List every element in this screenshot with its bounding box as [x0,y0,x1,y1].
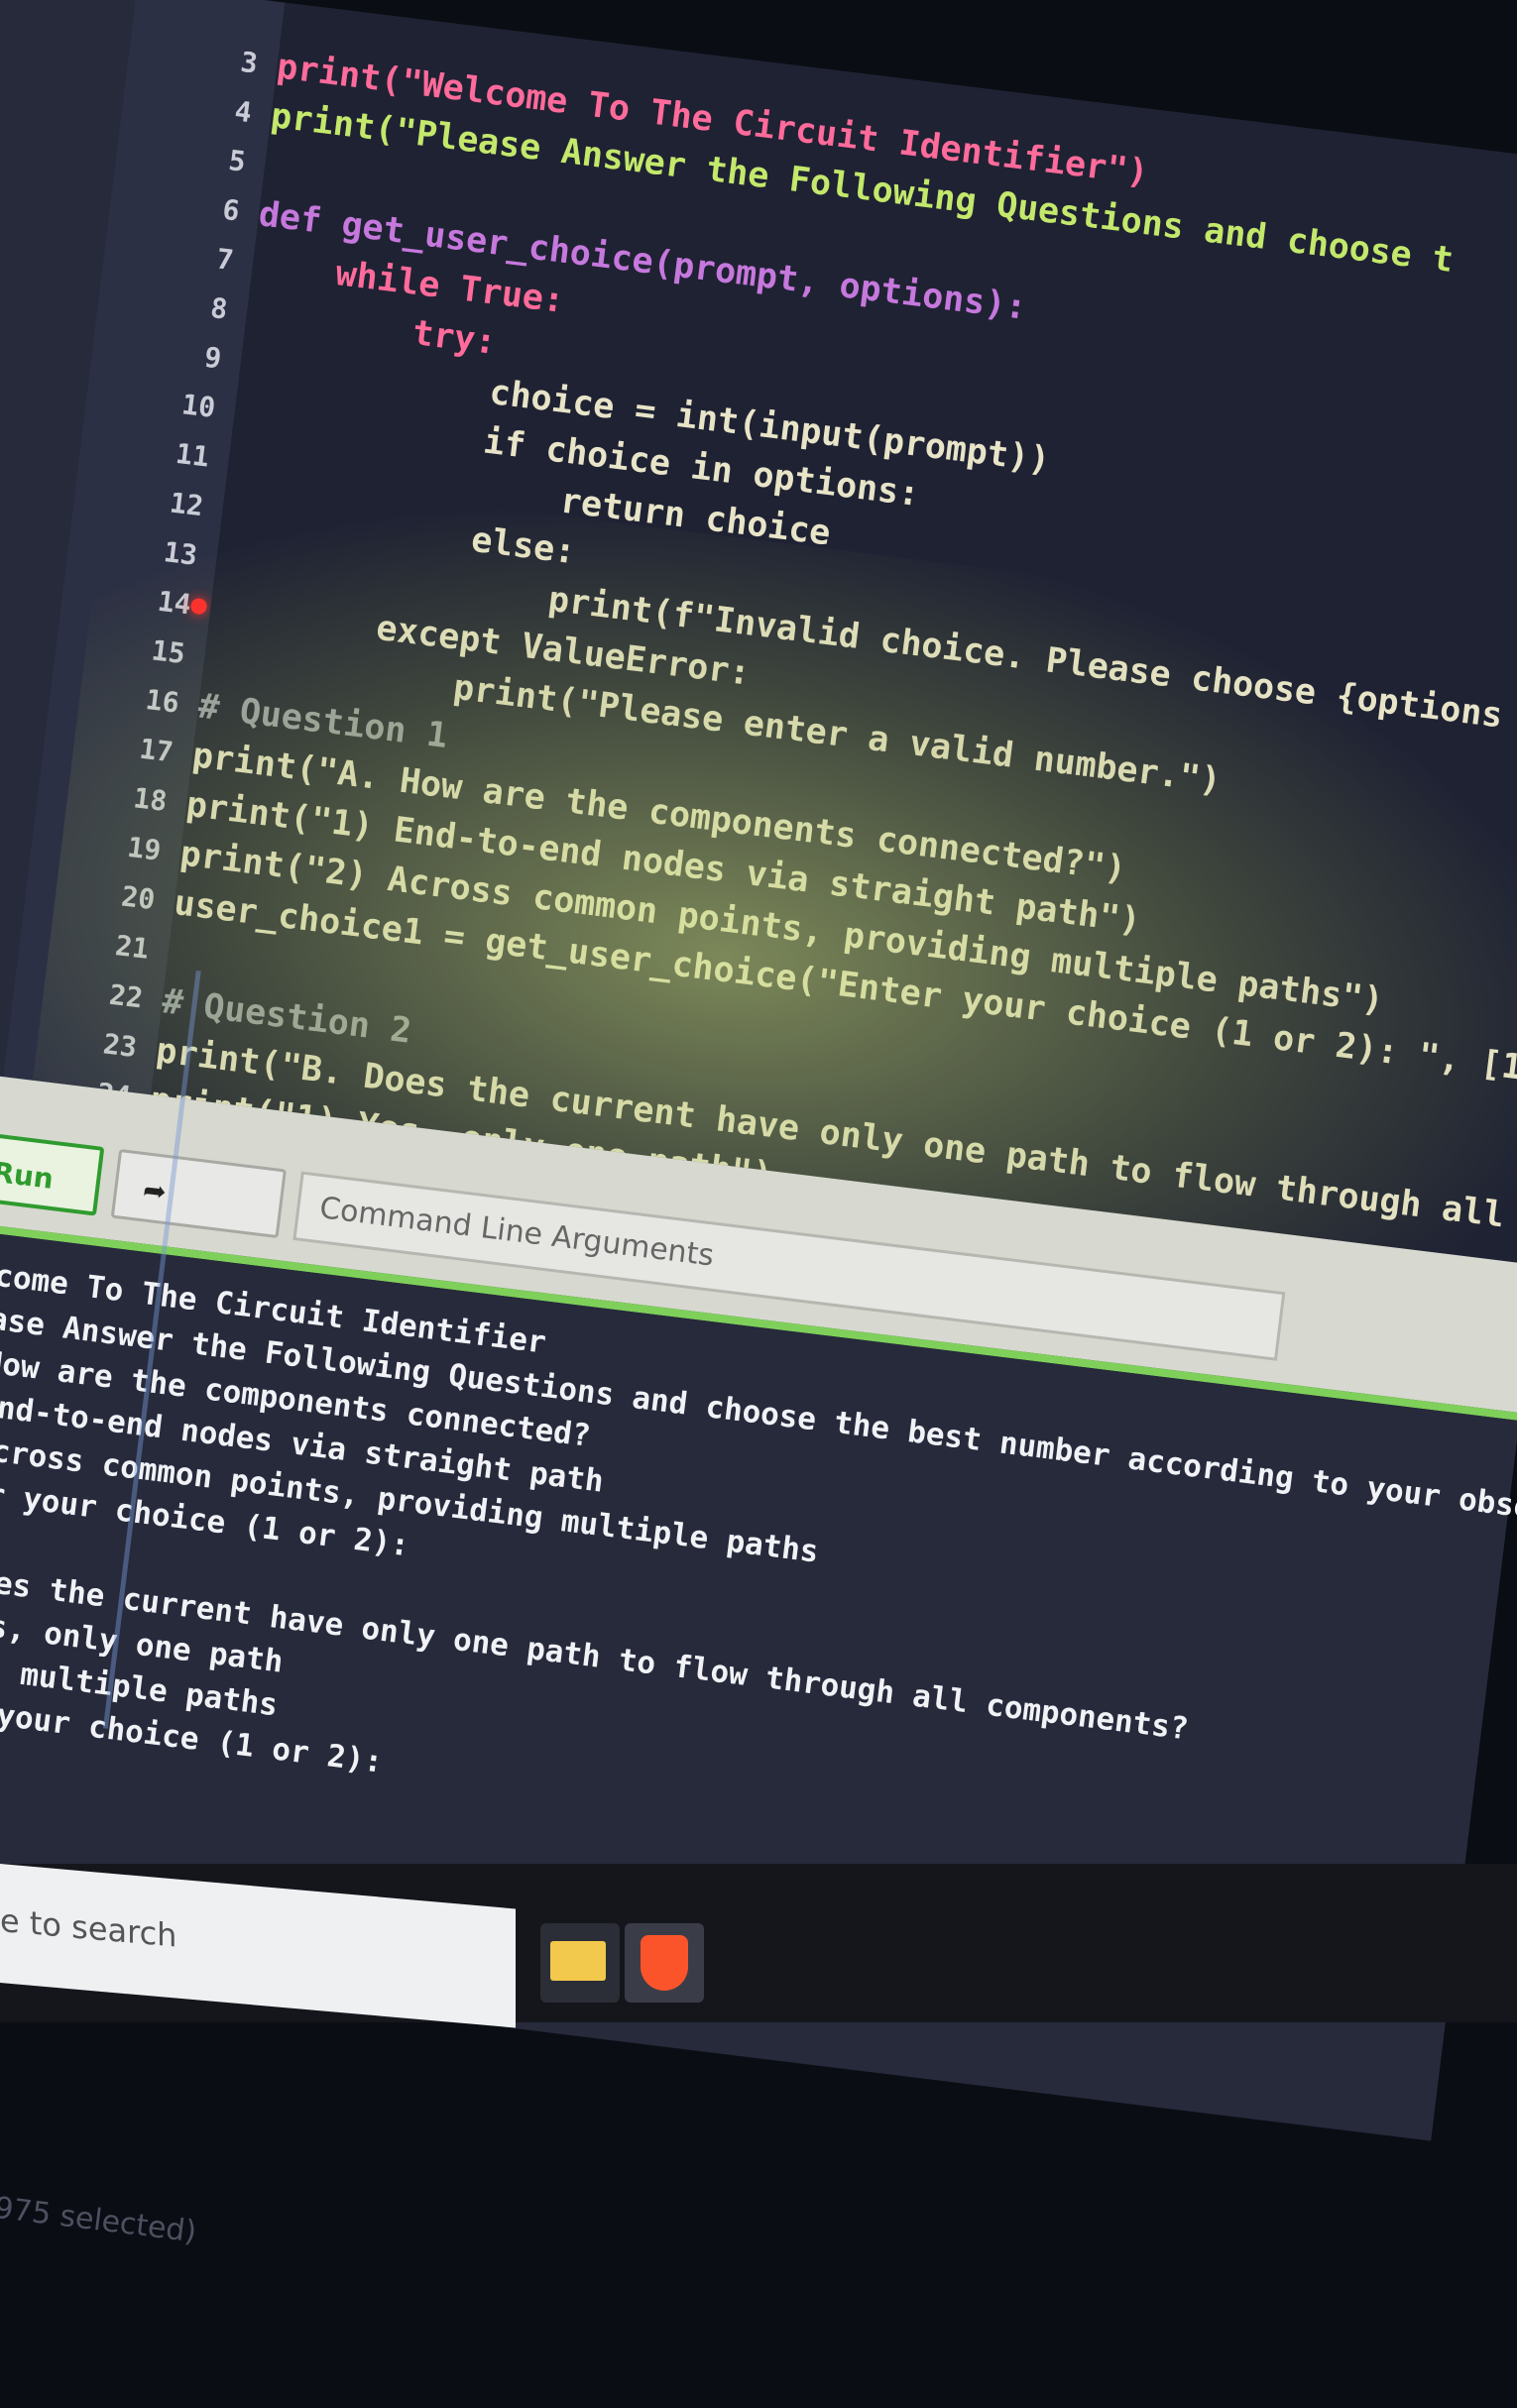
search-placeholder: e to search [0,1901,177,1955]
os-taskbar: e to search [0,1864,1517,2028]
run-button[interactable]: ▶ Run [0,1126,105,1216]
run-label: Run [0,1155,56,1196]
file-explorer-icon[interactable] [540,1923,620,2003]
code-editor[interactable]: print("Welcome To The Circuit Identifier… [151,2,1517,1267]
share-icon: ➦ [141,1173,169,1208]
brave-browser-icon[interactable] [625,1923,704,2003]
taskbar-search-box[interactable]: e to search [0,1864,516,2028]
cursor-status: Ln: 1, Col: 1 (1975 selected) [0,2164,199,2250]
ide-screen: 3 4 5 6 7 8 9 10 11 12 13 14 15 16 17 18… [0,0,1517,2249]
share-button[interactable]: ➦ Share [110,1148,287,1286]
breakpoint-marker[interactable] [189,597,208,616]
